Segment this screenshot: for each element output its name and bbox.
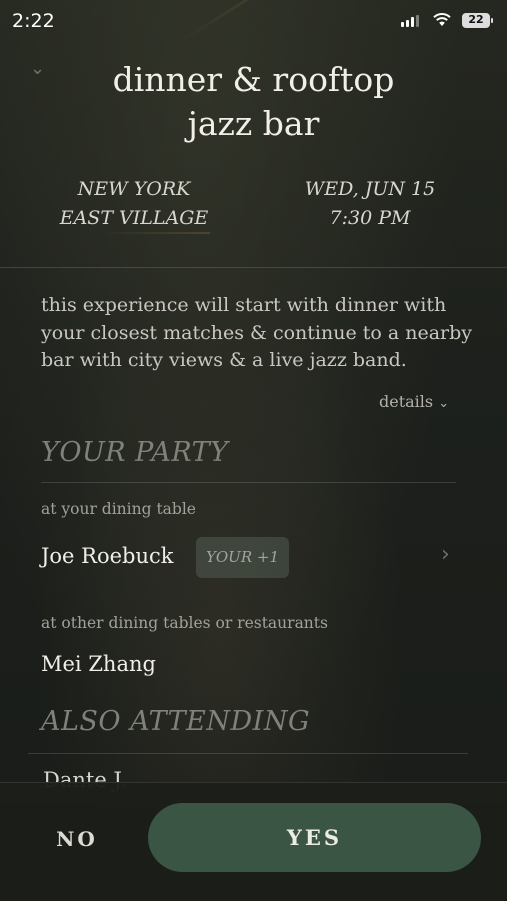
event-neighborhood: EAST VILLAGE [59,207,209,229]
event-date: WED, JUN 15 [304,178,436,200]
event-title-line1: dinner & rooftop [112,60,395,99]
divider [41,482,456,483]
event-time: 7:30 PM [329,207,411,229]
also-attending-heading: ALSO ATTENDING [41,706,311,737]
event-location: NEW YORK EAST VILLAGE [34,175,234,233]
other-tables-label: at other dining tables or restaurants [41,614,328,632]
details-toggle[interactable]: details ⌄ [379,392,449,411]
event-description: this experience will start with dinner w… [41,294,473,371]
cellular-signal-icon [401,15,419,27]
your-party-heading: YOUR PARTY [41,437,229,468]
dining-table-label: at your dining table [41,500,196,518]
plus-one-badge: YOUR +1 [196,537,289,578]
chevron-down-icon: ⌄ [438,396,450,411]
divider [28,753,468,754]
yes-button[interactable]: YES [148,803,481,872]
party-member-name: Joe Roebuck [41,544,174,568]
event-title-line2: jazz bar [187,104,320,143]
party-member-name[interactable]: Mei Zhang [41,652,156,676]
divider [0,267,507,268]
event-title: dinner & rooftop jazz bar [60,58,447,146]
battery-icon: 22 [462,13,493,28]
collapse-chevron-icon[interactable]: ⌄ [30,58,45,79]
no-button[interactable]: NO [46,822,108,856]
event-datetime: WED, JUN 15 7:30 PM [270,175,470,233]
chevron-right-icon: › [441,542,450,567]
details-label: details [379,392,434,411]
status-bar: 2:22 22 [0,0,507,44]
wifi-icon [433,13,451,26]
status-time: 2:22 [12,10,55,32]
battery-level: 22 [468,13,484,26]
event-city: NEW YORK [77,178,191,200]
